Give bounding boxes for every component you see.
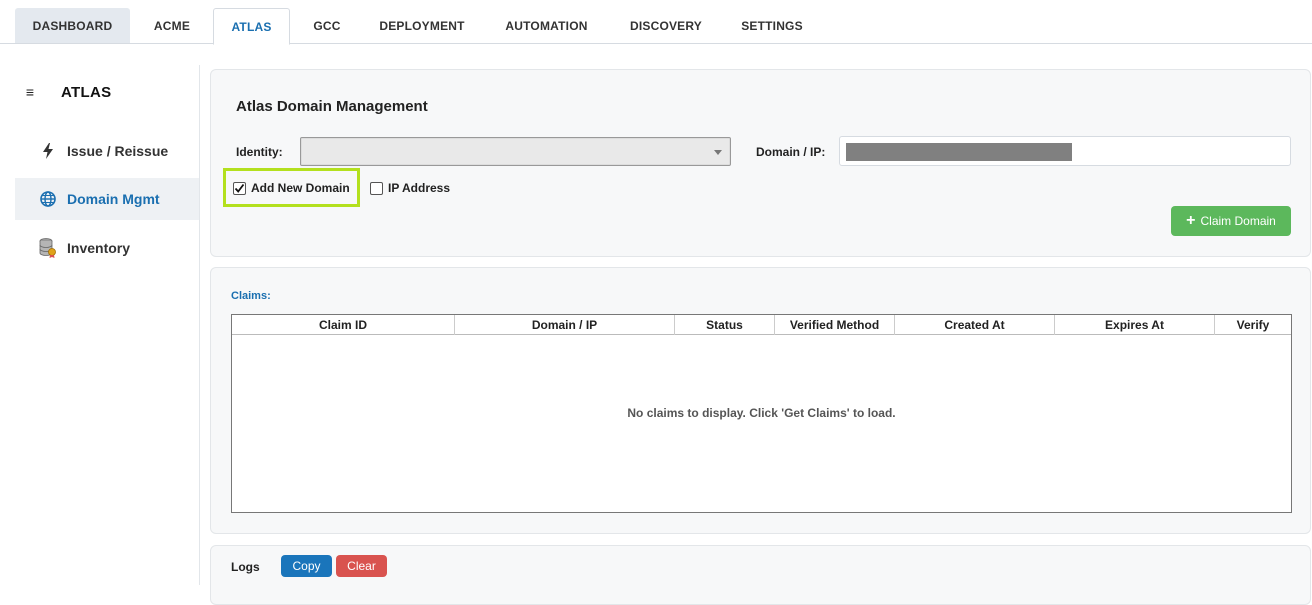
identity-label: Identity:	[236, 145, 283, 159]
checkmark-icon	[234, 183, 245, 193]
chevron-down-icon	[714, 150, 722, 155]
claims-label: Claims:	[231, 290, 271, 302]
sidebar-item-label: Domain Mgmt	[67, 191, 160, 207]
lightning-icon	[37, 143, 59, 159]
tab-gcc[interactable]: GCC	[292, 8, 362, 43]
claims-panel: Claims: Claim ID Domain / IP Status Veri…	[210, 267, 1311, 534]
sidebar: ≡ ATLAS Issue / Reissue Domain Mgmt Inve…	[15, 65, 200, 585]
column-header-claim-id[interactable]: Claim ID	[232, 315, 455, 335]
column-header-status[interactable]: Status	[675, 315, 775, 335]
logs-panel: Logs Copy Clear	[210, 545, 1311, 605]
copy-button[interactable]: Copy	[281, 555, 332, 577]
claim-domain-label: Claim Domain	[1200, 214, 1276, 228]
tab-atlas[interactable]: ATLAS	[213, 8, 290, 45]
claim-domain-button[interactable]: + Claim Domain	[1171, 206, 1291, 236]
column-header-verify[interactable]: Verify	[1215, 315, 1291, 335]
clear-button[interactable]: Clear	[336, 555, 387, 577]
tab-automation[interactable]: AUTOMATION	[490, 8, 603, 43]
ip-address-label[interactable]: IP Address	[388, 181, 450, 195]
column-header-domain-ip[interactable]: Domain / IP	[455, 315, 675, 335]
tab-acme[interactable]: ACME	[133, 8, 211, 43]
sidebar-item-label: Issue / Reissue	[67, 143, 169, 159]
database-certificate-icon	[37, 238, 59, 258]
add-new-domain-checkbox[interactable]	[233, 182, 246, 195]
claims-table: Claim ID Domain / IP Status Verified Met…	[231, 314, 1292, 513]
sidebar-item-domain-mgmt[interactable]: Domain Mgmt	[15, 178, 199, 220]
sidebar-title: ATLAS	[61, 83, 112, 101]
column-header-created-at[interactable]: Created At	[895, 315, 1055, 335]
sidebar-item-issue-reissue[interactable]: Issue / Reissue	[15, 130, 199, 172]
tab-dashboard[interactable]: DASHBOARD	[15, 8, 130, 43]
tab-deployment[interactable]: DEPLOYMENT	[366, 8, 478, 43]
claims-table-header: Claim ID Domain / IP Status Verified Met…	[232, 315, 1291, 335]
top-tab-bar: DASHBOARD ACME ATLAS GCC DEPLOYMENT AUTO…	[0, 0, 1312, 45]
empty-table-message: No claims to display. Click 'Get Claims'…	[627, 406, 896, 420]
plus-icon: +	[1186, 212, 1196, 229]
logs-label: Logs	[231, 560, 260, 574]
sidebar-item-inventory[interactable]: Inventory	[15, 227, 199, 269]
add-new-domain-label[interactable]: Add New Domain	[251, 181, 350, 195]
ip-address-checkbox[interactable]	[370, 182, 383, 195]
hamburger-menu-icon[interactable]: ≡	[15, 84, 45, 100]
domain-management-panel: Atlas Domain Management Identity: Domain…	[210, 69, 1311, 257]
globe-icon	[37, 191, 59, 207]
tab-settings[interactable]: SETTINGS	[727, 8, 817, 43]
redacted-value	[846, 143, 1072, 161]
sidebar-item-label: Inventory	[67, 240, 131, 256]
column-header-verified-method[interactable]: Verified Method	[775, 315, 895, 335]
column-header-expires-at[interactable]: Expires At	[1055, 315, 1215, 335]
tab-discovery[interactable]: DISCOVERY	[616, 8, 716, 43]
panel-title: Atlas Domain Management	[236, 98, 428, 115]
domain-ip-label: Domain / IP:	[756, 145, 826, 159]
domain-ip-input[interactable]	[839, 136, 1291, 166]
identity-select[interactable]	[300, 137, 731, 166]
sidebar-header: ≡ ATLAS	[15, 79, 111, 105]
